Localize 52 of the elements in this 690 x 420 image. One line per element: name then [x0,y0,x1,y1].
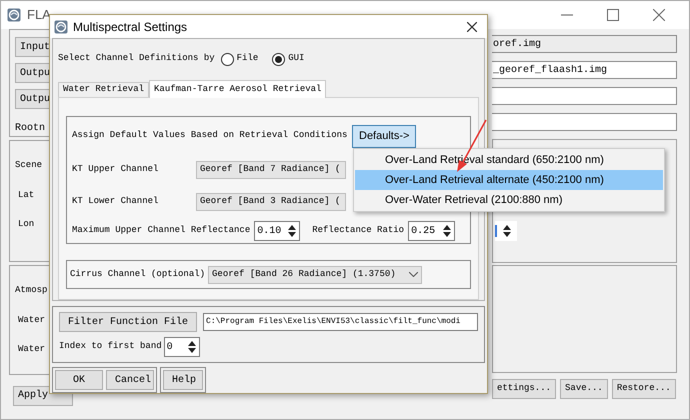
field-label: Water [17,343,46,356]
path-field[interactable]: C:\Program Files\Exelis\ENVI53\classic\filt_func\modi [203,313,478,331]
group-label: Scene [15,159,44,172]
file-field[interactable] [492,87,677,105]
field-label: Rootn [15,122,46,136]
channel-dropdown[interactable]: Georef [Band 7 Radiance] ( [196,161,346,179]
dialog-button[interactable]: OK [55,370,103,390]
field-label: Assign Default Values Based on Retrieval Conditions [72,129,348,142]
spin-box[interactable]: 0 [164,337,200,357]
defaults-button[interactable]: Defaults-> [352,124,416,148]
dialog-button[interactable]: Save... [560,379,608,399]
field-label: KT Upper Channel [72,163,160,176]
maximize-icon[interactable] [607,9,619,21]
field-label: Cirrus Channel (optional) [70,268,206,281]
menu-item[interactable]: Over-Land Retrieval alternate (450:2100 nm) [355,170,663,190]
spin-field[interactable]: 0.25 [409,224,440,238]
dialog-button[interactable]: Cancel [106,370,154,390]
group-label: Atmosp [15,284,48,297]
field-label: Lon [17,218,36,231]
spin-box[interactable]: 0.10 [254,221,300,241]
close-icon[interactable] [653,9,665,21]
dialog-button[interactable]: Restore... [612,379,676,399]
field-label: Reflectance Ratio [312,224,404,238]
file-field[interactable]: _georef_flaash1.img [492,61,677,79]
spin-box[interactable]: 0.25 [408,221,456,241]
spin-field[interactable]: 0.10 [255,224,286,238]
dialog-button[interactable]: Filter Function File [59,312,198,332]
tab[interactable]: Kaufman-Tarre Aerosol Retrieval [149,80,326,98]
field-label: Maximum Upper Channel Reflectance [72,224,250,238]
dialog-title: Multispectral Settings [73,18,188,36]
radio-option[interactable]: GUI [272,52,304,66]
field-label: Lat [17,188,36,202]
field-label: Water [17,314,46,326]
menu-item[interactable]: Over-Water Retrieval (2100:880 nm) [355,190,663,210]
spinner-arrows-icon[interactable] [188,341,196,353]
app-icon [7,8,21,22]
spinner-arrows-icon[interactable] [443,225,452,237]
field-label: KT Lower Channel [72,195,160,208]
cirrus-dropdown[interactable]: Georef [Band 26 Radiance] (1.3750) [208,266,422,284]
spin-field[interactable]: 0 [164,340,185,354]
radio-option[interactable]: File [220,52,258,66]
file-field[interactable] [492,113,677,131]
app-icon [54,20,68,34]
field-label: Index to first band [59,340,162,354]
dialog-button[interactable]: ettings... [492,379,556,399]
dialog-button[interactable]: Help [163,370,203,390]
spinner-arrows-icon[interactable] [503,225,511,237]
tab[interactable]: Water Retrieval [58,82,150,97]
close-icon[interactable] [467,22,477,32]
channel-dropdown[interactable]: Georef [Band 3 Radiance] ( [196,193,346,211]
spinner-arrows-icon[interactable] [288,225,296,237]
chevron-down-icon [409,272,418,277]
